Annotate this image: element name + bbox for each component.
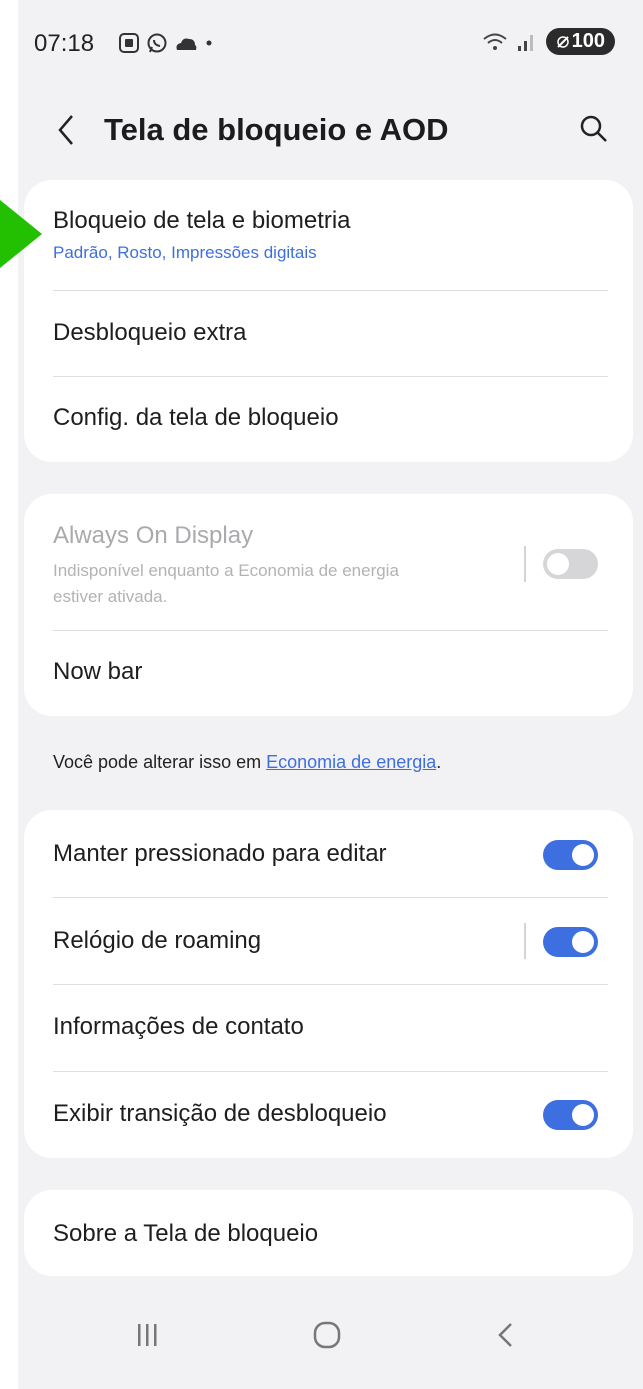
about-lockscreen-label: Sobre a Tela de bloqueio	[53, 1220, 319, 1247]
note-prefix: Você pode alterar isso em	[53, 752, 267, 772]
aod-sub-line2: estiver ativada.	[53, 587, 168, 606]
status-right: 100	[482, 28, 615, 55]
toggle-knob	[572, 931, 594, 953]
hold-to-edit-label: Manter pressionado para editar	[53, 840, 387, 867]
home-icon[interactable]	[312, 1320, 342, 1350]
now-bar-label: Now bar	[53, 658, 143, 685]
row-extra-unlock[interactable]: Desbloqueio extra	[24, 291, 633, 377]
app-header: Tela de bloqueio e AOD	[18, 100, 643, 160]
aod-sub-line1: Indisponível enquanto a Economia de ener…	[53, 561, 399, 580]
navigation-bar	[18, 1300, 643, 1389]
notification-icons	[118, 32, 214, 54]
row-unlock-transition[interactable]: Exibir transição de desbloqueio	[24, 1072, 633, 1158]
roaming-clock-label: Relógio de roaming	[53, 927, 262, 954]
recent-apps-icon[interactable]	[136, 1320, 160, 1350]
lockscreen-config-label: Config. da tela de bloqueio	[53, 404, 339, 431]
aod-label: Always On Display	[53, 522, 254, 549]
row-now-bar[interactable]: Now bar	[24, 631, 633, 716]
power-saving-note: Você pode alterar isso em Economia de en…	[53, 752, 441, 773]
wifi-icon	[482, 33, 507, 50]
unlock-transition-label: Exibir transição de desbloqueio	[53, 1100, 387, 1127]
roaming-clock-toggle[interactable]	[543, 927, 598, 957]
search-icon[interactable]	[579, 114, 609, 144]
status-bar: 07:18 100	[18, 22, 643, 72]
toggle-knob	[572, 1104, 594, 1126]
row-contact-info[interactable]: Informações de contato	[24, 985, 633, 1071]
aod-card: Always On Display Indisponível enquanto …	[24, 494, 633, 716]
row-hold-to-edit[interactable]: Manter pressionado para editar	[24, 810, 633, 897]
aod-toggle	[543, 549, 598, 579]
battery-indicator: 100	[545, 28, 615, 55]
status-time: 07:18	[34, 30, 95, 57]
screenshot-icon	[119, 33, 139, 53]
pointer-arrow-icon	[0, 200, 42, 268]
options-card: Manter pressionado para editar Relógio d…	[24, 810, 633, 1158]
unlock-transition-toggle[interactable]	[543, 1100, 598, 1130]
cloud-icon	[176, 38, 197, 50]
row-roaming-clock[interactable]: Relógio de roaming	[24, 898, 633, 984]
hold-to-edit-toggle[interactable]	[543, 840, 598, 870]
whatsapp-icon	[147, 33, 167, 53]
signal-icon	[517, 34, 533, 51]
back-nav-icon[interactable]	[495, 1320, 515, 1350]
security-card: Bloqueio de tela e biometria Padrão, Ros…	[24, 180, 633, 462]
page-title: Tela de bloqueio e AOD	[104, 112, 449, 147]
settings-screen: 07:18 100 Tela de bloqueio e AOD Bloquei…	[18, 0, 643, 1389]
note-suffix: .	[436, 752, 442, 772]
vertical-divider	[524, 923, 526, 959]
row-lockscreen-config[interactable]: Config. da tela de bloqueio	[24, 377, 633, 462]
row-about-lockscreen[interactable]: Sobre a Tela de bloqueio	[24, 1190, 633, 1276]
contact-info-label: Informações de contato	[53, 1013, 304, 1040]
about-card: Sobre a Tela de bloqueio	[24, 1190, 633, 1276]
back-icon[interactable]	[52, 112, 82, 148]
lock-biometrics-sub: Padrão, Rosto, Impressões digitais	[53, 243, 317, 262]
battery-level: 100	[571, 30, 605, 52]
toggle-knob	[572, 844, 594, 866]
battery-saver-icon	[556, 35, 569, 48]
lock-biometrics-label: Bloqueio de tela e biometria	[53, 207, 351, 234]
extra-unlock-label: Desbloqueio extra	[53, 319, 247, 346]
dot-icon	[206, 40, 212, 46]
row-always-on-display: Always On Display Indisponível enquanto …	[24, 494, 633, 630]
toggle-knob	[547, 553, 569, 575]
row-lock-biometrics[interactable]: Bloqueio de tela e biometria Padrão, Ros…	[24, 180, 633, 290]
power-saving-link[interactable]: Economia de energia	[266, 752, 436, 772]
vertical-divider	[524, 546, 526, 582]
